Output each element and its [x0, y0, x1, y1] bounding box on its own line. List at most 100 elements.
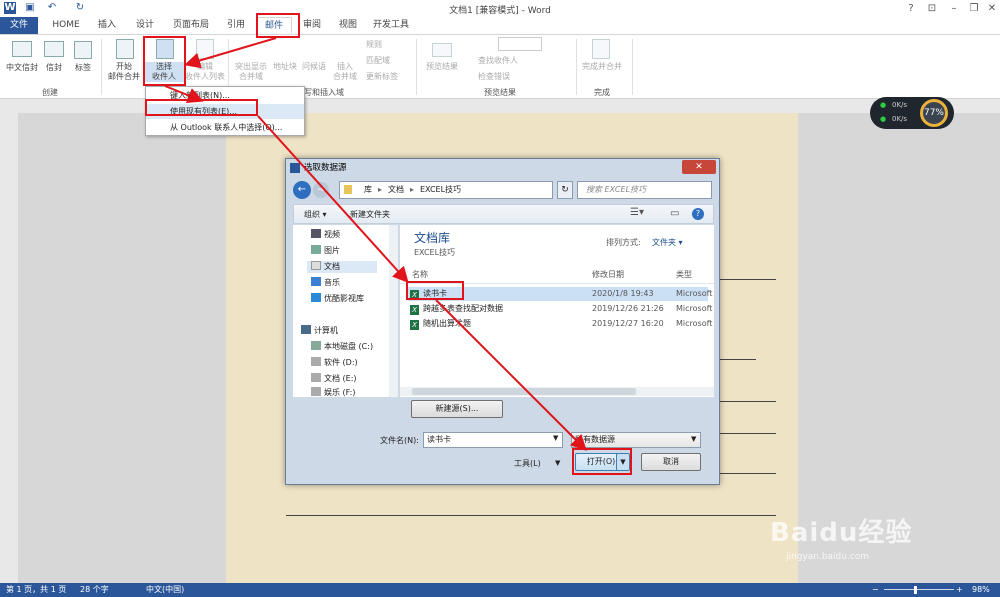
start-merge-button[interactable]: 开始 邮件合并 [104, 62, 144, 82]
page-count[interactable]: 第 1 页，共 1 页 [6, 583, 66, 597]
column-header-type[interactable]: 类型 [676, 267, 692, 282]
language[interactable]: 中文(中国) [146, 583, 184, 597]
breadcrumb-library[interactable]: 库 [364, 182, 372, 198]
text-line [716, 279, 776, 280]
file-type-dropdown-icon[interactable]: ▼ [691, 435, 696, 443]
breadcrumb-excel[interactable]: EXCEL技巧 [420, 182, 461, 198]
highlight-open-button [572, 448, 632, 475]
labels-button[interactable]: 标签 [70, 63, 96, 73]
help-icon[interactable]: ? [692, 208, 704, 220]
minimize-button[interactable]: – [946, 2, 962, 15]
rules-button[interactable]: 规则 [366, 40, 382, 50]
word-count[interactable]: 28 个字 [80, 583, 109, 597]
tools-menu[interactable]: 工具(L) [514, 458, 541, 469]
greeting-line-button[interactable]: 问候语 [300, 62, 328, 72]
close-button[interactable]: ✕ [984, 2, 1000, 15]
zoom-in-icon[interactable]: + [956, 583, 963, 597]
title-bar: W ▣ ↶ ↻ 文档1 [兼容模式] - Word ? ⊡ – ❐ ✕ [0, 0, 1000, 17]
tab-layout[interactable]: 页面布局 [166, 17, 216, 34]
zoom-slider[interactable] [884, 589, 954, 590]
file-pane: 文档库 EXCEL技巧 排列方式: 文件夹 ▾ 名称 修改日期 类型 X 读书卡 … [400, 225, 714, 397]
nav-item-pictures[interactable]: 图片 [311, 245, 340, 257]
address-bar: ← → 库 文档 EXCEL技巧 ▸ ▸ ↻ 搜索 EXCEL技巧 [293, 181, 714, 199]
organize-button[interactable]: 组织 ▾ [304, 209, 327, 220]
insert-merge-field-button[interactable]: 插入 合并域 [328, 62, 362, 82]
column-header-name[interactable]: 名称 [412, 267, 428, 282]
vertical-ruler[interactable] [0, 113, 18, 583]
back-arrow-icon[interactable]: ← [293, 181, 311, 199]
cancel-button[interactable]: 取消 [641, 453, 701, 471]
envelopes-button[interactable]: 信封 [42, 63, 66, 73]
network-speed-widget[interactable]: ● 0K/s ● 0K/s 77% [870, 97, 954, 129]
tools-dropdown-icon[interactable]: ▼ [555, 459, 560, 467]
search-input[interactable]: 搜索 EXCEL技巧 [577, 181, 712, 199]
zoom-level[interactable]: 98% [972, 583, 990, 597]
tab-review[interactable]: 审阅 [296, 17, 328, 34]
highlight-mailings-tab [256, 13, 300, 38]
edit-list-icon [196, 39, 214, 59]
tab-design[interactable]: 设计 [128, 17, 162, 34]
scrollbar-thumb[interactable] [412, 388, 636, 395]
nav-label: 音乐 [324, 278, 340, 287]
nav-item-drive-c[interactable]: 本地磁盘 (C:) [311, 341, 373, 353]
preview-results-button[interactable]: 预览结果 [420, 62, 464, 72]
match-fields-button[interactable]: 匹配域 [366, 56, 390, 66]
tab-developer[interactable]: 开发工具 [368, 17, 414, 34]
breadcrumb-separator-icon: ▸ [410, 185, 415, 194]
highlight-fields-button[interactable]: 突出显示 合并域 [230, 62, 272, 82]
nav-item-drive-e[interactable]: 文档 (E:) [311, 373, 357, 385]
forward-arrow-icon[interactable]: → [313, 182, 329, 198]
address-block-button[interactable]: 地址块 [270, 62, 300, 72]
breadcrumb-documents[interactable]: 文档 [388, 182, 404, 198]
nav-item-youku[interactable]: 优酷影视库 [311, 293, 364, 305]
tab-view[interactable]: 视图 [332, 17, 364, 34]
chinese-envelope-icon [12, 41, 32, 57]
highlight-file [406, 281, 464, 300]
text-line [716, 433, 776, 434]
nav-scrollbar[interactable] [389, 225, 398, 397]
edit-recipient-list-button[interactable]: 编辑 收件人列表 [184, 62, 226, 82]
breadcrumb[interactable]: 库 文档 EXCEL技巧 ▸ ▸ [339, 181, 553, 199]
filename-dropdown-icon[interactable]: ▼ [553, 434, 558, 442]
help-button[interactable]: ? [903, 2, 919, 15]
preview-pane-icon[interactable]: ▭ [670, 208, 679, 219]
ribbon-options-icon[interactable]: ⊡ [924, 2, 940, 15]
tab-references[interactable]: 引用 [220, 17, 252, 34]
horizontal-scrollbar[interactable] [400, 387, 714, 396]
zoom-out-icon[interactable]: − [872, 583, 879, 597]
nav-item-video[interactable]: 视频 [311, 229, 340, 241]
new-folder-button[interactable]: 新建文件夹 [350, 209, 390, 220]
view-options-icon[interactable]: ☰▾ [630, 207, 644, 218]
nav-item-drive-f[interactable]: 娱乐 (F:) [311, 387, 355, 397]
excel-file-icon: X [410, 320, 419, 330]
update-labels-button[interactable]: 更新标签 [366, 72, 398, 82]
tab-file[interactable]: 文件 [0, 17, 38, 34]
check-errors-button[interactable]: 检查错误 [478, 72, 510, 82]
restore-button[interactable]: ❐ [966, 2, 982, 15]
column-header-date[interactable]: 修改日期 [592, 267, 624, 282]
labels-icon [74, 41, 92, 59]
refresh-icon[interactable]: ↻ [557, 181, 573, 199]
nav-item-drive-d[interactable]: 软件 (D:) [311, 357, 358, 369]
file-row-cross-table[interactable]: X 跨越多表查找配对数据 2019/12/26 21:26 Microsoft [408, 302, 712, 316]
new-source-button[interactable]: 新建源(S)... [411, 400, 503, 418]
zoom-slider-thumb[interactable] [914, 586, 917, 594]
arrange-dropdown[interactable]: 文件夹 ▾ [652, 237, 683, 248]
chinese-envelope-button[interactable]: 中文信封 [2, 63, 42, 73]
file-row-random-math[interactable]: X 随机出算术题 2019/12/27 16:20 Microsoft [408, 317, 712, 331]
filename-input[interactable]: 读书卡 [423, 432, 563, 448]
nav-item-computer[interactable]: 计算机 [301, 325, 338, 337]
file-type-select[interactable]: 所有数据源 [571, 432, 701, 448]
dialog-close-button[interactable]: ✕ [682, 160, 716, 174]
nav-item-music[interactable]: 音乐 [311, 277, 340, 289]
tab-insert[interactable]: 插入 [90, 17, 124, 34]
nav-item-documents[interactable]: 文档 [307, 261, 377, 273]
finish-merge-button[interactable]: 完成并合并 [578, 62, 626, 72]
find-recipient-button[interactable]: 查找收件人 [478, 56, 518, 66]
menu-item-outlook-contacts[interactable]: 从 Outlook 联系人中选择(O)... [146, 120, 304, 135]
file-type: Microsoft [676, 289, 713, 298]
watermark-url: jingyan.baidu.com [786, 552, 870, 562]
tab-home[interactable]: HOME [46, 17, 86, 34]
record-number-input[interactable] [498, 37, 542, 51]
highlight-select-recipients [143, 36, 186, 86]
